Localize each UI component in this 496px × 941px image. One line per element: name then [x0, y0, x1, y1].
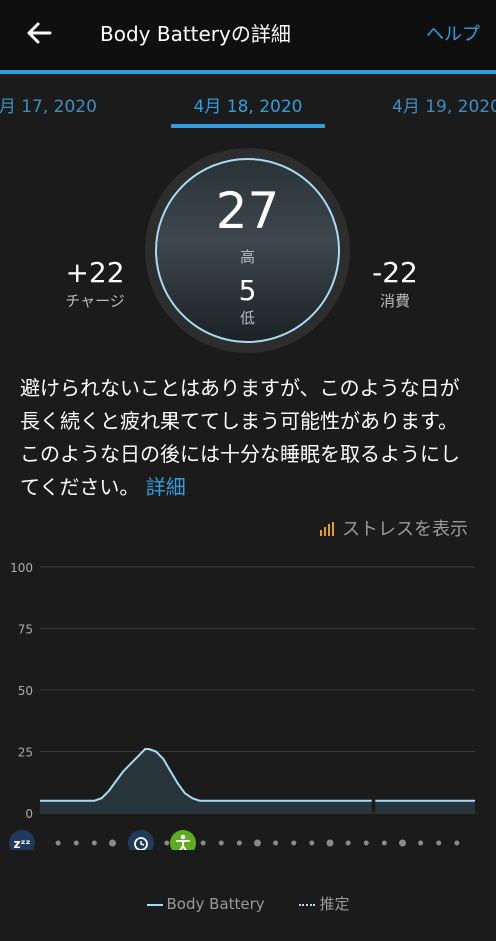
y-tick-label: 50	[18, 684, 33, 698]
help-link[interactable]: ヘルプ	[426, 20, 480, 46]
timeline-dot	[109, 839, 116, 847]
series-line-1	[40, 748, 372, 802]
high-label: 高	[239, 248, 255, 266]
timeline-dot	[363, 840, 369, 846]
timeline-dot	[200, 840, 206, 846]
series-area-2	[375, 800, 475, 813]
timeline-dot	[309, 840, 315, 846]
timeline-dot	[164, 840, 170, 846]
chart-legend: Body Battery 推定	[0, 893, 496, 914]
timeline-dot	[326, 839, 334, 847]
timeline-dot	[291, 840, 297, 846]
timeline-dot	[236, 840, 242, 846]
high-value: 27	[215, 182, 280, 240]
legend-estimate: 推定	[319, 895, 350, 913]
timeline-dot	[218, 840, 224, 846]
timeline-dot	[91, 840, 97, 846]
legend-body-battery: Body Battery	[166, 895, 265, 913]
sleep-icon-label: zᶻᶻ	[13, 837, 30, 850]
y-tick-label: 25	[18, 746, 33, 760]
y-tick-label: 75	[18, 623, 33, 637]
timeline-dot	[345, 840, 351, 846]
page-title: Body Batteryの詳細	[100, 22, 291, 46]
insight-message: 避けられないことはありますが、このような日が長く続くと疲れ果ててしまう可能性があ…	[20, 376, 460, 499]
app-header: Body Batteryの詳細 ヘルプ	[0, 0, 496, 70]
activity-head	[180, 834, 186, 840]
body-battery-chart: 10075502500408121620zᶻᶻ	[9, 561, 475, 850]
timeline-dot	[436, 840, 442, 846]
insight-text: 避けられないことはありますが、このような日が長く続くと疲れ果ててしまう可能性があ…	[20, 372, 476, 504]
alarm-clock-icon[interactable]	[128, 830, 154, 850]
timeline-dot	[454, 840, 460, 846]
low-value: 5	[238, 274, 257, 307]
y-tick-label: 100	[10, 561, 33, 575]
date-tabs: 4月 17, 2020 4月 18, 2020 4月 19, 2020	[0, 74, 496, 130]
tab-next-date[interactable]: 4月 19, 2020	[392, 92, 496, 117]
low-label: 低	[239, 309, 255, 327]
timeline-dot	[73, 840, 79, 846]
selected-tab-indicator	[171, 124, 325, 128]
charge-label: チャージ	[65, 292, 125, 310]
timeline-dot	[418, 840, 424, 846]
timeline-dot	[254, 839, 261, 847]
timeline-dot	[399, 839, 406, 847]
y-tick-label: 0	[25, 807, 33, 821]
bar-chart-icon	[320, 522, 334, 536]
series-area-1	[40, 749, 372, 813]
legend-dotted-line	[299, 903, 316, 906]
back-arrow-icon[interactable]	[24, 18, 54, 48]
drain-label: 消費	[379, 292, 410, 310]
details-link[interactable]: 詳細	[146, 475, 186, 499]
timeline-dot	[273, 840, 279, 846]
show-stress-toggle[interactable]: ストレスを表示	[320, 515, 468, 541]
charge-value: +22	[65, 256, 125, 289]
drain-value: -22	[372, 256, 418, 289]
timeline-dot	[381, 840, 387, 846]
timeline-dot	[55, 840, 61, 846]
legend-solid-line	[146, 903, 163, 906]
show-stress-label: ストレスを表示	[342, 519, 468, 540]
